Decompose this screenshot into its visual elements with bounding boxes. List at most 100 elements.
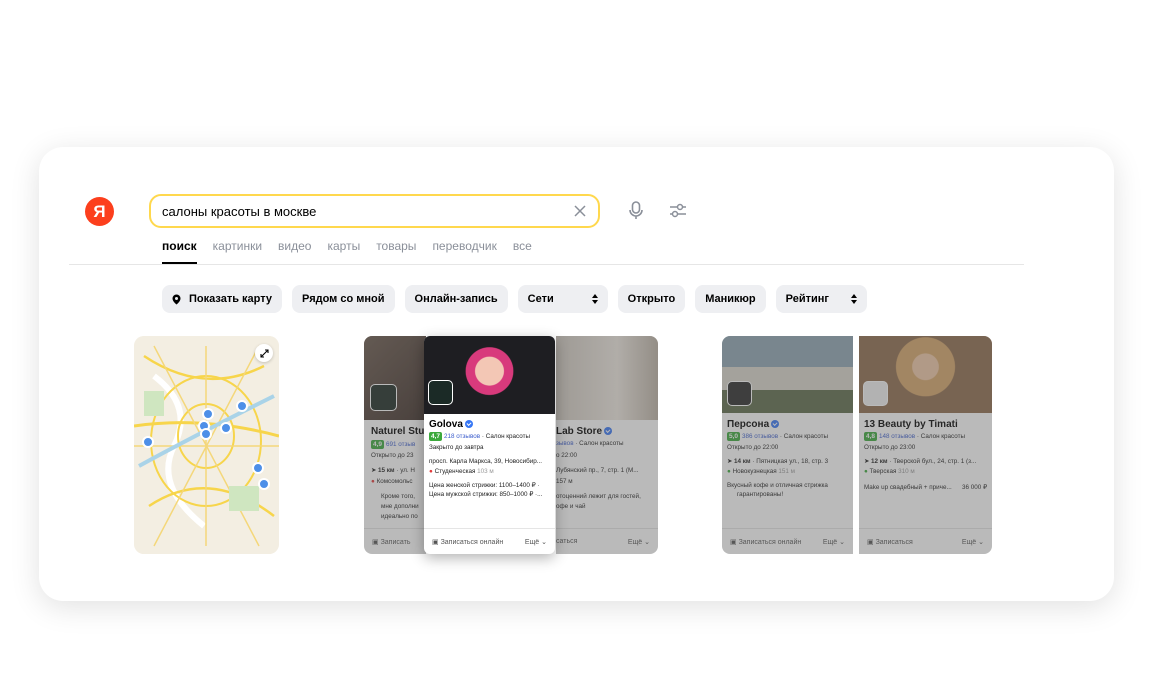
- hours-text: Закрыто до завтра: [429, 444, 484, 451]
- rating-label: Рейтинг: [785, 293, 829, 305]
- map-marker[interactable]: [252, 462, 264, 474]
- book-button[interactable]: саться: [556, 538, 577, 545]
- results-carousel-2: Персона 5,0 386 отзывов · Салон красоты О…: [722, 336, 992, 554]
- verified-icon: [604, 427, 613, 436]
- more-button[interactable]: Ещё ⌄: [628, 538, 650, 546]
- hours-text: Открыто до 23:00: [864, 444, 916, 451]
- address-text: просп. Карла Маркса, 39, Новосибир...: [429, 458, 543, 465]
- title-text: Lab Store: [556, 426, 603, 437]
- online-booking-label: Онлайн-запись: [414, 293, 498, 305]
- tab-all[interactable]: все: [513, 239, 532, 253]
- filter-chips: Показать карту Рядом со мной Онлайн-запи…: [162, 285, 877, 313]
- more-button[interactable]: Ещё ⌄: [962, 538, 984, 546]
- hours-text: Открыто до 23: [371, 452, 414, 459]
- nearby-label: Рядом со мной: [302, 293, 385, 305]
- reviews-link[interactable]: 691 отзыв: [386, 441, 415, 448]
- reviews-link[interactable]: зывов: [556, 440, 574, 447]
- salon-photo: [556, 336, 658, 420]
- nearby-chip[interactable]: Рядом со мной: [292, 285, 395, 313]
- reviews-link[interactable]: 218 отзывов: [444, 433, 480, 440]
- result-card-persona[interactable]: Персона 5,0 386 отзывов · Салон красоты О…: [722, 336, 856, 554]
- manicure-label: Маникюр: [705, 293, 756, 305]
- rating-select[interactable]: Рейтинг: [775, 285, 867, 313]
- reviews-link[interactable]: 148 отзывов: [879, 433, 915, 440]
- service-text: Make up свадебный + приче...: [864, 484, 952, 491]
- clear-icon[interactable]: [573, 204, 587, 218]
- category-text: Салон красоты: [485, 433, 531, 440]
- yandex-logo[interactable]: Я: [85, 197, 114, 226]
- card-footer: ▣ Записаться Ещё ⌄: [859, 528, 992, 554]
- manicure-chip[interactable]: Маникюр: [695, 285, 766, 313]
- open-now-chip[interactable]: Открыто: [617, 285, 686, 313]
- open-now-label: Открыто: [627, 293, 676, 305]
- rating-badge: 4,8: [864, 432, 878, 441]
- map-canvas: [134, 336, 279, 554]
- book-button[interactable]: ▣ Записаться: [867, 538, 913, 546]
- metro-text: Тверская: [869, 468, 897, 475]
- book-label: Записаться: [875, 538, 913, 546]
- address-text: Пятницкая ул., 18, стр. 3: [756, 458, 829, 465]
- map-marker[interactable]: [236, 400, 248, 412]
- metro-line: ● Тверская 310 м: [864, 468, 915, 475]
- book-online-button[interactable]: ▣ Записаться онлайн: [432, 538, 503, 546]
- map-preview[interactable]: [134, 336, 279, 554]
- sort-arrows-icon: [591, 294, 598, 304]
- review-text-1: отоценний лежит для гостей,: [556, 493, 641, 500]
- metro-line: ● Новокузнецкая 151 м: [727, 468, 795, 475]
- salon-logo: [727, 381, 752, 406]
- distance-text: 157 м: [556, 478, 573, 485]
- sort-arrows-icon: [850, 294, 857, 304]
- result-title: 13 Beauty by Timati: [864, 419, 958, 430]
- show-map-label: Показать карту: [189, 293, 273, 305]
- reviews-link[interactable]: 386 отзывов: [742, 433, 778, 440]
- result-card-13-beauty[interactable]: 13 Beauty by Timati 4,8 148 отзывов · Сал…: [859, 336, 992, 554]
- result-card-lab-store[interactable]: Lab Store зывов · Салон красоты о 22:00 …: [556, 336, 658, 554]
- book-button[interactable]: ▣ Записать: [372, 538, 410, 546]
- address-text: Тверской бул., 24, стр. 1 (з...: [893, 458, 977, 465]
- search-input[interactable]: [162, 203, 573, 219]
- result-card-naturel[interactable]: Naturel Stu 4,9 691 отзыв Открыто до 23 ➤…: [364, 336, 426, 554]
- tab-maps[interactable]: карты: [327, 239, 360, 253]
- filters-icon[interactable]: [668, 202, 688, 220]
- review-text-2: мне дополни: [381, 503, 419, 510]
- rating-line: 4,7 218 отзывов · Салон красоты: [429, 432, 531, 441]
- chains-select[interactable]: Сети: [517, 285, 608, 313]
- price-text: 36 000 ₽: [961, 484, 987, 491]
- rating-line: 4,8 148 отзывов · Салон красоты: [864, 432, 966, 441]
- price-text-1: Цена женской стрижки: 1100–1400 ₽ ·: [429, 482, 540, 489]
- title-text: Персона: [727, 419, 770, 430]
- address-line: ➤ 12 км · Тверской бул., 24, стр. 1 (з..…: [864, 458, 977, 465]
- map-marker[interactable]: [258, 478, 270, 490]
- expand-icon[interactable]: [255, 344, 273, 362]
- tab-images[interactable]: картинки: [213, 239, 262, 253]
- result-card-golova[interactable]: Golova 4,7 218 отзывов · Салон красоты За…: [424, 336, 555, 554]
- address-text: ул. Н: [400, 467, 415, 474]
- map-marker[interactable]: [142, 436, 154, 448]
- hours-text: Открыто до 22:00: [727, 444, 779, 451]
- title-text: Golova: [429, 419, 463, 430]
- map-marker[interactable]: [220, 422, 232, 434]
- metro-distance: 151 м: [778, 468, 795, 475]
- tab-search[interactable]: поиск: [162, 239, 197, 264]
- review-text-3: идеально по: [381, 513, 418, 520]
- more-button[interactable]: Ещё ⌄: [823, 538, 845, 546]
- show-map-chip[interactable]: Показать карту: [162, 285, 283, 313]
- tab-translator[interactable]: переводчик: [432, 239, 496, 253]
- result-title: Персона: [727, 419, 780, 430]
- microphone-icon[interactable]: [627, 200, 645, 222]
- more-label: Ещё: [961, 538, 977, 546]
- tab-products[interactable]: товары: [376, 239, 416, 253]
- card-footer: ▣ Записаться онлайн Ещё ⌄: [722, 528, 853, 554]
- search-box[interactable]: [149, 194, 600, 228]
- metro-line: ● Студенческая 103 м: [429, 468, 494, 475]
- result-title: Golova: [429, 419, 473, 430]
- more-button[interactable]: Ещё ⌄: [525, 538, 547, 546]
- rating-line: 5,0 386 отзывов · Салон красоты: [727, 432, 829, 441]
- tab-video[interactable]: видео: [278, 239, 311, 253]
- metro-distance: 103 м: [477, 468, 494, 475]
- rating-badge: 4,7: [429, 432, 443, 441]
- book-online-button[interactable]: ▣ Записаться онлайн: [730, 538, 801, 546]
- map-marker[interactable]: [202, 408, 214, 420]
- map-marker[interactable]: [200, 428, 212, 440]
- online-booking-chip[interactable]: Онлайн-запись: [404, 285, 508, 313]
